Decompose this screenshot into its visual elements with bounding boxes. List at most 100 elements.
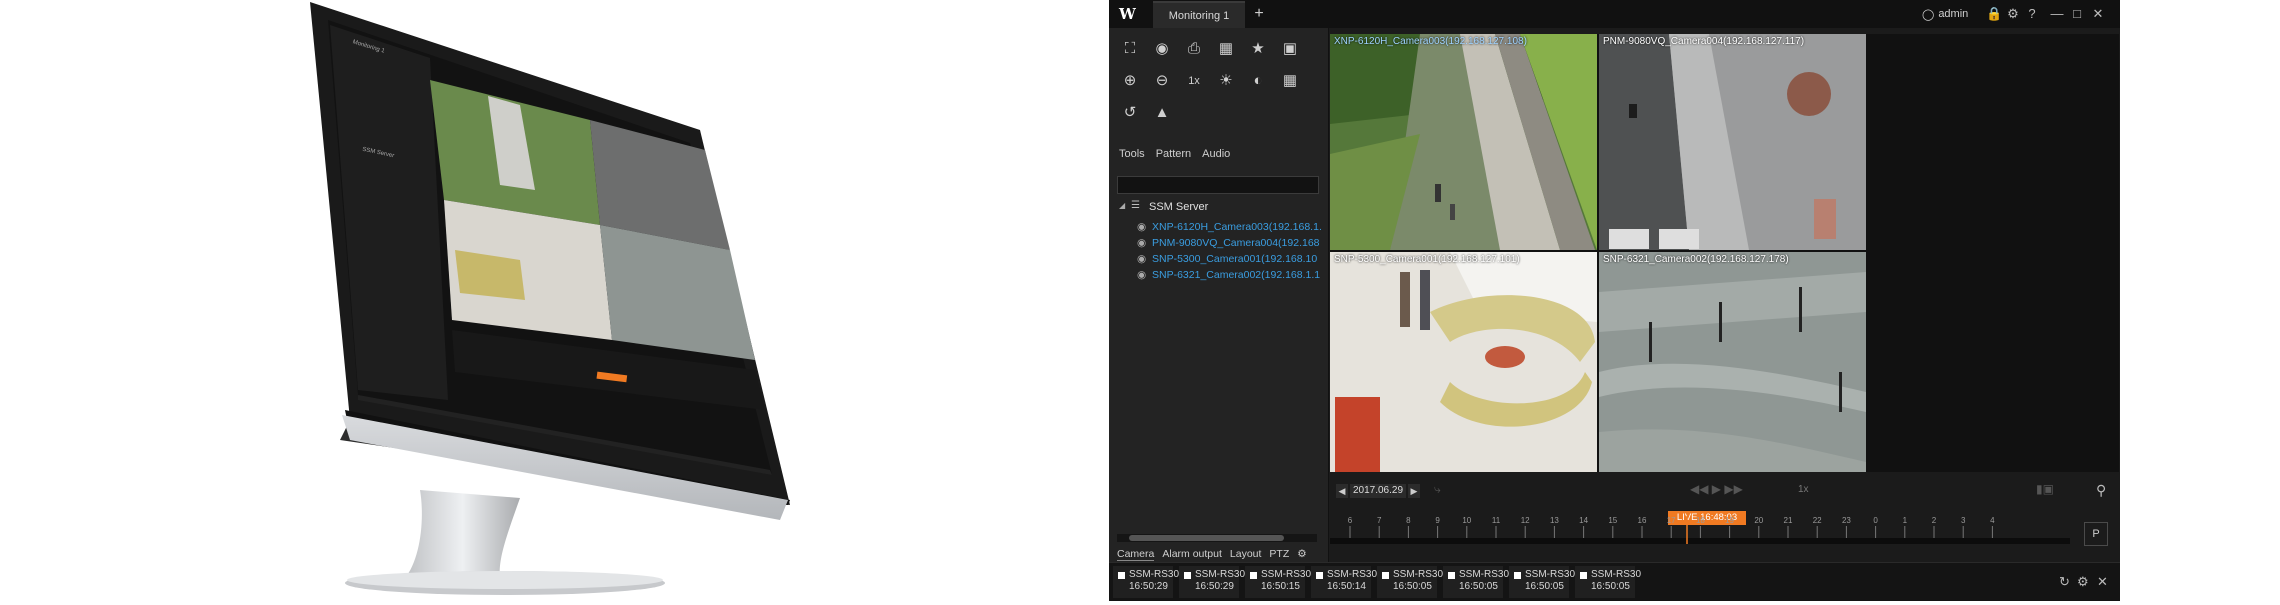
play-controls-icon[interactable]: ◀◀ ▶ ▶▶ bbox=[1690, 482, 1743, 496]
hour-label: 0 bbox=[1873, 516, 1878, 525]
channel-time: 16:50:05 bbox=[1591, 581, 1630, 592]
playback-speed[interactable]: 1x bbox=[1798, 484, 1809, 495]
video-tile-camera001[interactable]: SNP-5300_Camera001(192.168.127.101) bbox=[1330, 252, 1597, 472]
title-bar: W Monitoring 1 + ◯ admin 🔒 ⚙ ? — □ ✕ bbox=[1109, 0, 2120, 28]
zoom-in-icon[interactable]: ⊕ bbox=[1119, 70, 1141, 92]
siren-icon[interactable]: ▲ bbox=[1151, 102, 1173, 124]
settings-icon[interactable]: ⚙ bbox=[2005, 5, 2021, 23]
add-tab-button[interactable]: + bbox=[1250, 5, 1268, 23]
camera-capture-icon[interactable]: ◉ bbox=[1151, 38, 1173, 60]
channel-item[interactable]: SSM-RS30 16:50:05 bbox=[1575, 566, 1641, 598]
channel-item[interactable]: SSM-RS30 16:50:29 bbox=[1113, 566, 1179, 598]
channel-close-icon[interactable]: ✕ bbox=[2097, 574, 2108, 590]
hour-label: 13 bbox=[1550, 516, 1559, 525]
user-area[interactable]: ◯ admin bbox=[1922, 6, 1968, 22]
video-tile-camera002[interactable]: SNP-6321_Camera002(192.168.127.178) bbox=[1599, 252, 1866, 472]
channel-name: SSM-RS30 bbox=[1261, 569, 1312, 580]
video-tile-camera003[interactable]: XNP-6120H_Camera003(192.168.127.108) bbox=[1330, 34, 1597, 250]
tree-item-camera004[interactable]: ◉ PNM-9080VQ_Camera004(192.168 bbox=[1117, 236, 1323, 252]
alarm-icon[interactable]: ★ bbox=[1247, 38, 1269, 60]
print-icon[interactable]: ⎙ bbox=[1183, 38, 1205, 60]
zoom-out-icon[interactable]: ⊖ bbox=[1151, 70, 1173, 92]
bookmark-icon[interactable]: ▮▣ bbox=[2036, 482, 2054, 496]
channel-checkbox[interactable] bbox=[1316, 572, 1323, 579]
contrast-icon[interactable]: ◐ bbox=[1247, 70, 1269, 92]
hour-label: 8 bbox=[1406, 516, 1411, 525]
help-icon[interactable]: ? bbox=[2024, 5, 2040, 23]
close-icon[interactable]: ✕ bbox=[2090, 5, 2106, 23]
tab-layout[interactable]: Layout bbox=[1230, 548, 1262, 561]
collapse-icon[interactable]: ◢ bbox=[1119, 201, 1125, 210]
channel-item[interactable]: SSM-RS30 16:50:15 bbox=[1245, 566, 1311, 598]
previous-day-button[interactable]: ◀ bbox=[1336, 484, 1348, 498]
tab-tools[interactable]: Tools bbox=[1119, 148, 1145, 160]
pin-button[interactable]: P bbox=[2084, 522, 2108, 546]
channel-item[interactable]: SSM-RS30 16:50:29 bbox=[1179, 566, 1245, 598]
brightness-icon[interactable]: ☀ bbox=[1215, 70, 1237, 92]
fullscreen-icon[interactable]: ⛶ bbox=[1119, 38, 1141, 60]
channel-time: 16:50:05 bbox=[1525, 581, 1564, 592]
channel-checkbox[interactable] bbox=[1184, 572, 1191, 579]
tab-pattern[interactable]: Pattern bbox=[1156, 148, 1191, 160]
channel-checkbox[interactable] bbox=[1382, 572, 1389, 579]
video-tile-camera004[interactable]: PNM-9080VQ_Camera004(192.168.127.117) bbox=[1599, 34, 1866, 250]
channel-checkbox[interactable] bbox=[1250, 572, 1257, 579]
export-icon[interactable]: ▦ bbox=[1215, 38, 1237, 60]
tile-label: SNP-5300_Camera001(192.168.127.101) bbox=[1334, 254, 1520, 265]
timeline: ◀ 2017.06.29 ▶ ⤷ ◀◀ ▶ ▶▶ 1x ▮▣ ⚲ LIVE 16… bbox=[1330, 478, 2119, 562]
channel-item[interactable]: SSM-RS30 16:50:14 bbox=[1311, 566, 1377, 598]
tree-item-camera001[interactable]: ◉ SNP-5300_Camera001(192.168.10 bbox=[1117, 252, 1323, 268]
channel-name: SSM-RS30 bbox=[1129, 569, 1180, 580]
next-day-button[interactable]: ▶ bbox=[1408, 484, 1420, 498]
timeline-date[interactable]: 2017.06.29 bbox=[1350, 484, 1406, 498]
tree-search-input[interactable] bbox=[1117, 176, 1319, 194]
channel-name: SSM-RS30 bbox=[1327, 569, 1378, 580]
channel-checkbox[interactable] bbox=[1118, 572, 1125, 579]
channel-name: SSM-RS30 bbox=[1525, 569, 1576, 580]
app-logo: W bbox=[1119, 5, 1136, 23]
tree-root[interactable]: ◢ ☰ SSM Server bbox=[1117, 200, 1323, 216]
timeline-ruler[interactable]: 6 7 8 9 10 11 12 13 14 15 16 17 18 19 20 21 22 23 0 1 2 3 4 bbox=[1330, 516, 2070, 544]
zoom-1x-button[interactable]: 1x bbox=[1183, 70, 1205, 92]
channel-checkbox[interactable] bbox=[1580, 572, 1587, 579]
tab-alarm-output[interactable]: Alarm output bbox=[1162, 548, 1222, 561]
refresh-icon[interactable]: ↻ bbox=[2059, 574, 2070, 590]
tree-item-camera002[interactable]: ◉ SNP-6321_Camera002(192.168.1.1 bbox=[1117, 268, 1323, 284]
playback-tools-icon[interactable]: ⤷ bbox=[1434, 482, 1441, 497]
scrollbar-thumb[interactable] bbox=[1129, 535, 1284, 541]
lock-icon[interactable]: 🔒 bbox=[1986, 5, 2002, 23]
hour-label: 14 bbox=[1579, 516, 1588, 525]
tab-monitoring[interactable]: Monitoring 1 bbox=[1153, 1, 1245, 28]
tree-root-label: SSM Server bbox=[1149, 201, 1209, 213]
minimize-icon[interactable]: — bbox=[2049, 5, 2065, 23]
hour-label: 22 bbox=[1813, 516, 1822, 525]
tab-camera[interactable]: Camera bbox=[1117, 548, 1155, 561]
hour-label: 9 bbox=[1435, 516, 1440, 525]
device-tree: ◢ ☰ SSM Server ◉ XNP-6120H_Camera003(192… bbox=[1117, 200, 1323, 284]
hour-label: 16 bbox=[1638, 516, 1647, 525]
channel-checkbox[interactable] bbox=[1448, 572, 1455, 579]
monitor-illustration: Monitoring 1 SSM Server bbox=[0, 0, 1100, 600]
hour-label: 11 bbox=[1492, 516, 1501, 525]
layout-grid-icon[interactable]: ▦ bbox=[1279, 70, 1301, 92]
channel-time: 16:50:05 bbox=[1459, 581, 1498, 592]
horizontal-scrollbar[interactable] bbox=[1117, 534, 1317, 542]
channel-item[interactable]: SSM-RS30 16:50:05 bbox=[1443, 566, 1509, 598]
channel-name: SSM-RS30 bbox=[1393, 569, 1444, 580]
maximize-icon[interactable]: □ bbox=[2069, 5, 2085, 23]
hour-label: 7 bbox=[1377, 516, 1382, 525]
channel-checkbox[interactable] bbox=[1514, 572, 1521, 579]
search-icon[interactable]: ⚲ bbox=[2096, 482, 2106, 499]
panel-settings-icon[interactable]: ⚙ bbox=[1297, 548, 1306, 561]
channel-settings-icon[interactable]: ⚙ bbox=[2077, 574, 2089, 590]
tab-audio[interactable]: Audio bbox=[1202, 148, 1230, 160]
tab-ptz[interactable]: PTZ bbox=[1269, 548, 1289, 561]
channel-name: SSM-RS30 bbox=[1195, 569, 1246, 580]
channel-item[interactable]: SSM-RS30 16:50:05 bbox=[1377, 566, 1443, 598]
timeline-track[interactable] bbox=[1330, 538, 2070, 544]
channel-strip: SSM-RS30 16:50:29 SSM-RS30 16:50:29 SSM-RS30… bbox=[1109, 562, 2120, 601]
rotate-icon[interactable]: ↺ bbox=[1119, 102, 1141, 124]
tree-item-camera003[interactable]: ◉ XNP-6120H_Camera003(192.168.1. bbox=[1117, 220, 1323, 236]
monitor-icon[interactable]: ▣ bbox=[1279, 38, 1301, 60]
channel-item[interactable]: SSM-RS30 16:50:05 bbox=[1509, 566, 1575, 598]
